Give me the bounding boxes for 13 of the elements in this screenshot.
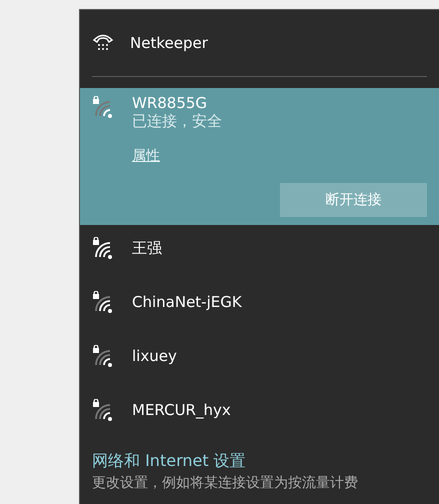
- network-item[interactable]: ChinaNet-jEGK: [80, 279, 439, 333]
- connection-name[interactable]: Netkeeper: [130, 32, 208, 54]
- network-item[interactable]: lixuey: [80, 333, 439, 387]
- network-item[interactable]: 王强: [80, 225, 439, 279]
- network-item[interactable]: MERCUR_hyx: [80, 387, 439, 441]
- settings-description: 更改设置，例如将某连接设置为按流量计费: [92, 474, 359, 493]
- network-name: lixuey: [132, 346, 177, 365]
- network-name: WR8855G: [132, 94, 208, 112]
- network-name: ChinaNet-jEGK: [132, 292, 242, 311]
- connection-status: 已连接，安全: [132, 112, 222, 130]
- network-name: 王强: [132, 238, 162, 257]
- network-name: MERCUR_hyx: [132, 400, 231, 419]
- settings-link[interactable]: 网络和 Internet 设置: [92, 449, 246, 473]
